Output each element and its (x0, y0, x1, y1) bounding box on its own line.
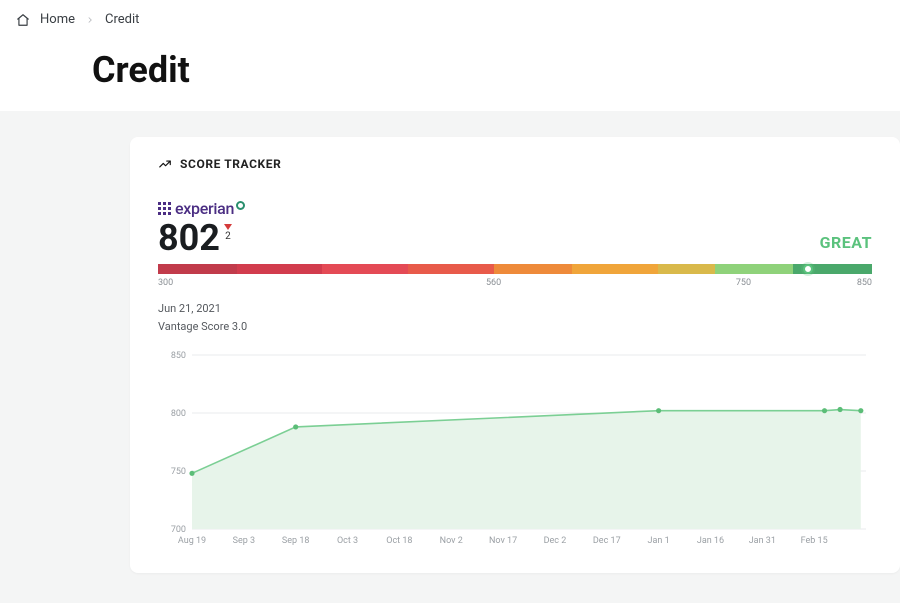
score-delta-value: 2 (225, 231, 231, 242)
score-tracker-card: SCORE TRACKER experian 802 2 GREAT 300 5… (130, 137, 900, 573)
range-tick-mid: 560 (486, 278, 501, 288)
score-marker (803, 264, 813, 274)
range-tick-max: 850 (857, 278, 872, 288)
range-tick-min: 300 (158, 278, 173, 288)
svg-text:Oct 18: Oct 18 (386, 536, 412, 546)
svg-text:750: 750 (171, 467, 186, 477)
score-delta: 2 (224, 224, 232, 242)
svg-text:Nov 17: Nov 17 (489, 536, 517, 546)
score-range-ticks: 300 560 750 850 (158, 278, 872, 290)
page-title: Credit (0, 39, 900, 91)
score-rating: GREAT (820, 233, 872, 252)
svg-text:Aug 19: Aug 19 (178, 536, 206, 546)
svg-text:Nov 2: Nov 2 (440, 536, 463, 546)
score-history-chart: 700 750 800 850 Aug 19 Sep 3 Sep 18 Oct 3 Oct 18… (158, 349, 872, 549)
card-header-label: SCORE TRACKER (180, 157, 281, 171)
experian-circle-icon (236, 201, 245, 210)
experian-dots-icon (158, 202, 171, 215)
breadcrumb-current: Credit (105, 12, 139, 27)
svg-text:Jan 1: Jan 1 (648, 536, 670, 546)
svg-text:Jan 16: Jan 16 (697, 536, 724, 546)
trend-up-icon (158, 157, 172, 171)
svg-text:Oct 3: Oct 3 (337, 536, 358, 546)
brand-name: experian (175, 199, 234, 218)
breadcrumb: Home Credit (0, 0, 900, 39)
card-header: SCORE TRACKER (158, 157, 872, 171)
score-date: Jun 21, 2021 (158, 300, 872, 318)
range-tick-high: 750 (736, 278, 751, 288)
score-range-bar (158, 264, 872, 274)
home-icon (16, 13, 30, 27)
svg-text:850: 850 (171, 351, 186, 361)
svg-text:800: 800 (171, 409, 186, 419)
svg-text:Dec 17: Dec 17 (593, 536, 621, 546)
caret-down-icon (224, 224, 232, 230)
chevron-right-icon (85, 15, 95, 25)
credit-score-value: 802 (158, 220, 220, 256)
svg-text:Sep 18: Sep 18 (282, 536, 310, 546)
breadcrumb-home[interactable]: Home (40, 12, 75, 27)
svg-text:Jan 31: Jan 31 (749, 536, 776, 546)
score-model: Vantage Score 3.0 (158, 318, 872, 336)
svg-text:Feb 15: Feb 15 (801, 536, 828, 546)
svg-text:Sep 3: Sep 3 (233, 536, 255, 546)
brand-logo: experian (158, 199, 872, 218)
svg-text:700: 700 (171, 525, 186, 535)
svg-text:Dec 2: Dec 2 (544, 536, 567, 546)
